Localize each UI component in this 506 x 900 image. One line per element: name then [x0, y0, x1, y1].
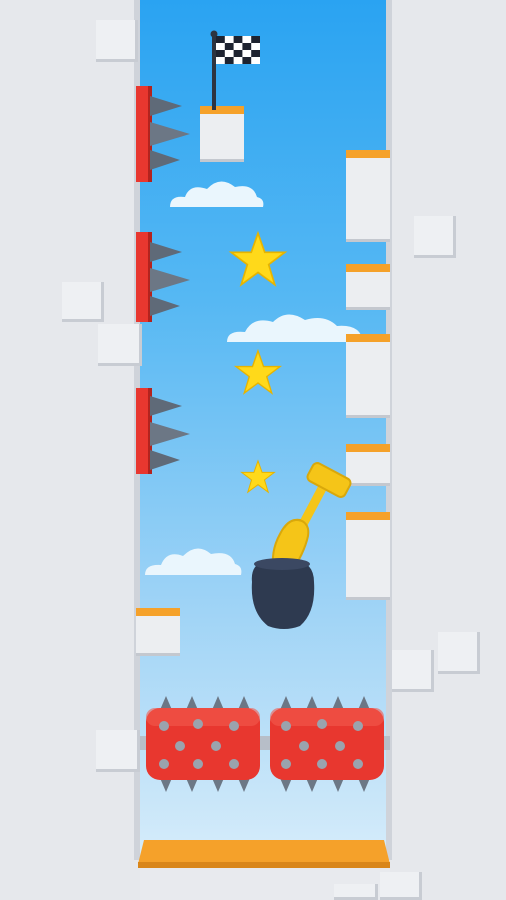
spiked-roller — [146, 696, 260, 792]
floor-platform — [138, 840, 390, 868]
wall-block — [96, 20, 138, 62]
wall-block — [62, 282, 104, 322]
cloud — [227, 314, 363, 342]
cloud — [145, 548, 242, 575]
player-character[interactable] — [244, 462, 354, 632]
right-wall — [390, 0, 506, 900]
wall-block — [438, 632, 480, 674]
wall-block — [96, 730, 140, 772]
spikes — [150, 396, 190, 470]
spikes — [150, 242, 190, 316]
wall-block — [98, 324, 142, 366]
wall-block — [392, 650, 434, 692]
wall-ledge — [136, 608, 180, 656]
spiked-roller — [270, 696, 384, 792]
wall-ledge — [346, 334, 390, 418]
game-scene[interactable] — [0, 0, 506, 900]
wall-ledge — [346, 264, 390, 310]
wall-block — [414, 216, 456, 258]
wall-block — [334, 884, 378, 900]
wall-block — [380, 872, 422, 900]
finish-flag-icon — [210, 30, 260, 110]
wall-ledge — [346, 150, 390, 242]
goal-platform — [200, 106, 244, 162]
star-icon[interactable] — [233, 348, 283, 395]
cloud — [170, 181, 264, 207]
spikes — [150, 96, 190, 170]
star-icon[interactable] — [228, 230, 288, 287]
